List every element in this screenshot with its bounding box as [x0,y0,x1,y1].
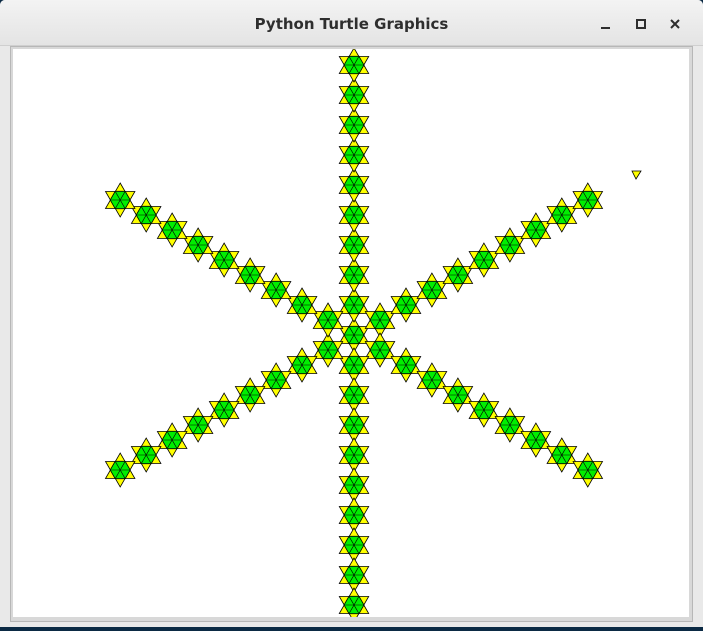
hexagram-star [338,167,370,203]
hexagram-star [338,257,370,293]
hexagram-star [338,437,370,473]
hexagram-star [338,197,370,233]
minimize-button[interactable] [595,13,617,35]
hexagram-star [156,212,188,248]
hexagram-star [338,227,370,263]
hexagram-star [338,137,370,173]
hexagram-star [520,422,552,458]
turtle-window: Python Turtle Graphics [0,0,703,627]
hexagram-star [364,302,396,338]
hexagram-star [468,392,500,428]
hexagram-star [338,467,370,503]
close-button[interactable] [664,13,686,35]
minimize-icon [601,27,610,29]
hexagram-star [338,77,370,113]
hexagram-star [416,362,448,398]
hexagram-star [338,407,370,443]
maximize-button[interactable] [630,13,652,35]
hexagram-star [364,332,396,368]
hexagram-star [312,302,344,338]
close-icon [670,19,680,29]
hexagram-star [260,272,292,308]
hexagram-star [338,587,370,617]
hexagram-star [338,107,370,143]
hexagram-star [130,437,162,473]
hexagram-star [494,227,526,263]
hexagram-star [156,422,188,458]
hexagram-star [260,362,292,398]
hexagram-star [442,377,474,413]
hexagram-star [468,242,500,278]
hexagram-star [338,377,370,413]
hexagram-star [234,257,266,293]
hexagram-star [390,287,422,323]
hexagram-star [520,212,552,248]
hexagram-star [338,527,370,563]
hexagram-star [208,392,240,428]
hexagram-star [286,287,318,323]
hexagram-star [572,452,604,488]
hexagram-star [416,272,448,308]
hexagram-star [182,407,214,443]
hexagram-star [338,49,370,83]
hexagram-star [338,317,370,353]
snowflake-drawing [104,49,642,617]
hexagram-star [104,452,136,488]
hexagram-star [338,497,370,533]
hexagram-star [338,557,370,593]
hexagram-star [312,332,344,368]
hexagram-star [130,197,162,233]
hexagram-star [546,197,578,233]
hexagram-star [182,227,214,263]
title-bar[interactable]: Python Turtle Graphics [0,0,703,46]
hexagram-star [234,377,266,413]
hexagram-star [338,287,370,323]
hexagram-star [104,182,136,218]
hexagram-star [572,182,604,218]
hexagram-star [390,347,422,383]
turtle-canvas[interactable] [13,49,689,617]
maximize-icon [636,19,646,29]
hexagram-star [338,347,370,383]
hexagram-star [286,347,318,383]
hexagram-star [546,437,578,473]
turtle-cursor-icon [631,170,642,180]
hexagram-star [494,407,526,443]
hexagram-star [208,242,240,278]
hexagram-star [442,257,474,293]
